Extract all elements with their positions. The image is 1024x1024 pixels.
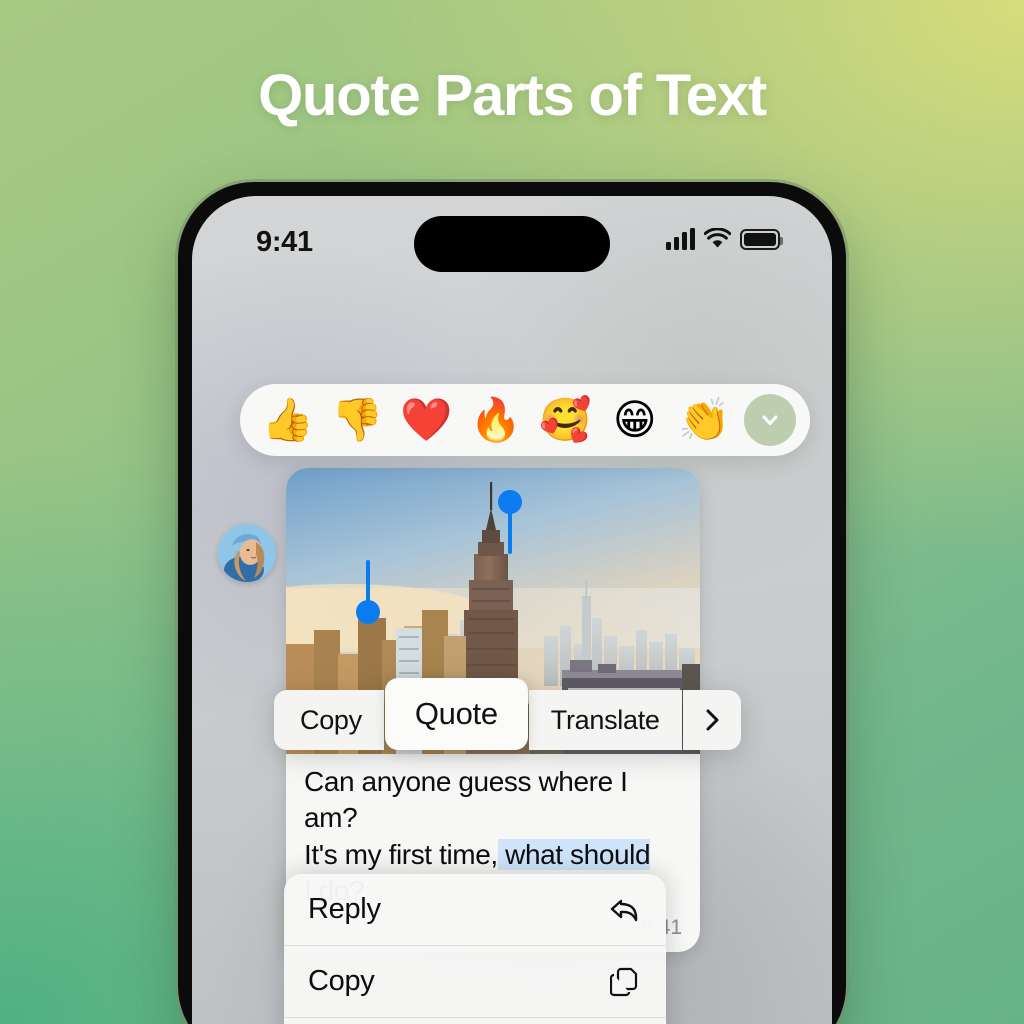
selection-more-button[interactable] xyxy=(682,690,741,750)
context-menu-item-label: Copy xyxy=(308,965,375,997)
message-line-2-unselected: It's my first time, xyxy=(304,838,498,870)
status-bar-indicators xyxy=(666,228,783,250)
message-line-2-selected: what should xyxy=(497,838,651,870)
context-menu-item-label: Reply xyxy=(308,893,381,925)
status-bar-time: 9:41 xyxy=(256,226,313,258)
signal-bars-icon xyxy=(666,228,695,250)
reaction-red-heart-icon[interactable]: ❤️ xyxy=(393,399,460,441)
dynamic-island xyxy=(414,216,610,272)
reaction-thumbs-down-icon[interactable]: 👎 xyxy=(323,399,390,441)
reaction-fire-icon[interactable]: 🔥 xyxy=(462,399,529,441)
battery-icon xyxy=(740,229,783,250)
copy-documents-icon xyxy=(608,965,642,999)
phone-frame: 9:41 👍 👎 ❤️ 🔥 🥰 😁 👏 Can anyone guess whe… xyxy=(178,182,846,1024)
status-bar: 9:41 xyxy=(192,196,832,274)
reply-arrow-icon xyxy=(608,893,642,927)
selection-translate-button[interactable]: Translate xyxy=(528,690,682,750)
sender-avatar-image xyxy=(218,524,276,582)
chevron-right-icon xyxy=(706,709,719,731)
page-title: Quote Parts of Text xyxy=(258,63,767,128)
selection-handle-start-bar xyxy=(508,508,512,554)
selection-handle-end-knob[interactable] xyxy=(356,600,380,624)
selection-handle-end[interactable] xyxy=(356,560,380,624)
text-selection-toolbar[interactable]: Copy Quote Translate xyxy=(274,678,741,750)
chevron-down-icon xyxy=(762,415,778,425)
reaction-clapping-hands-icon[interactable]: 👏 xyxy=(671,399,738,441)
reaction-smiling-face-with-hearts-icon[interactable]: 🥰 xyxy=(532,399,599,441)
context-menu-item-copy[interactable]: Copy xyxy=(284,946,666,1018)
phone-screen: 9:41 👍 👎 ❤️ 🔥 🥰 😁 👏 Can anyone guess whe… xyxy=(192,196,832,1024)
wifi-icon xyxy=(704,228,731,248)
reaction-thumbs-up-icon[interactable]: 👍 xyxy=(254,399,321,441)
selection-handle-start[interactable] xyxy=(498,490,522,554)
message-line-1: Can anyone guess where I am? xyxy=(304,766,628,834)
selection-copy-button[interactable]: Copy xyxy=(274,690,384,750)
reaction-more-button[interactable] xyxy=(743,394,796,446)
selection-quote-button[interactable]: Quote xyxy=(384,678,528,750)
reaction-beaming-face-icon[interactable]: 😁 xyxy=(601,399,668,441)
avatar[interactable] xyxy=(218,524,276,582)
context-menu[interactable]: Reply Copy xyxy=(284,874,666,1024)
reaction-bar[interactable]: 👍 👎 ❤️ 🔥 🥰 😁 👏 xyxy=(240,384,810,456)
context-menu-item-reply[interactable]: Reply xyxy=(284,874,666,946)
context-menu-item-partial[interactable] xyxy=(284,1018,666,1024)
